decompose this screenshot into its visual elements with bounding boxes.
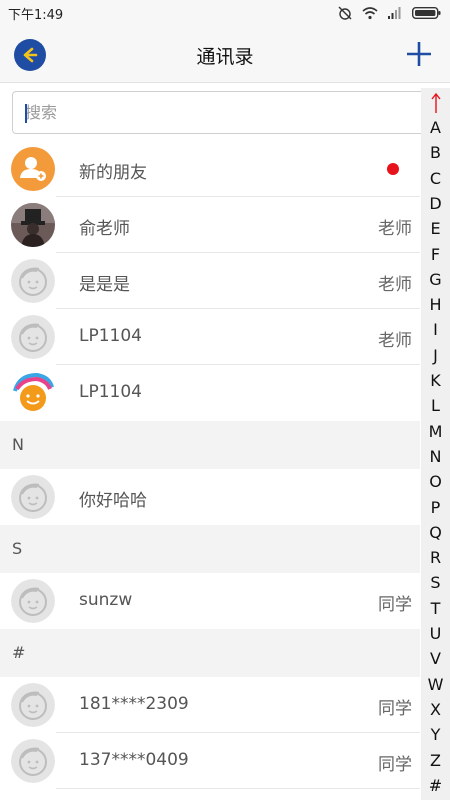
contact-name: LP1104 [79,326,142,346]
section-letter: S [12,539,23,558]
index-letter[interactable]: G [421,271,450,288]
index-letter[interactable]: E [421,221,450,237]
contact-tag: 老师 [378,275,412,295]
plus-icon [407,42,431,66]
index-letter[interactable]: X [421,701,450,718]
page-title: 通讯录 [196,46,254,68]
contact-photo-avatar [11,203,55,247]
search-input[interactable] [13,92,425,133]
new-friends-label: 新的朋友 [79,163,147,183]
search-box [12,91,426,134]
index-letter[interactable]: Z [421,752,450,769]
colorful-avatar [11,371,55,415]
index-letter[interactable]: I [421,322,450,338]
contact-row[interactable]: 137****0409 同学 [0,733,420,789]
scroll-top-arrow-icon[interactable] [430,92,442,114]
unread-badge [387,163,399,175]
contact-name: 137****0409 [79,750,189,770]
index-letter[interactable]: A [421,120,450,136]
row-divider [56,788,420,789]
app-header: 通讯录 [0,26,450,83]
section-letter: N [12,435,24,454]
contact-name: 181****2309 [79,694,189,714]
contact-tag: 老师 [378,219,412,239]
contact-name: 俞老师 [79,219,130,239]
contact-row[interactable]: LP1104 老师 [0,309,420,365]
default-avatar-icon [11,475,55,519]
index-letter[interactable]: L [421,398,450,414]
default-avatar [11,475,55,519]
index-letter[interactable]: W [421,676,450,693]
colorful-avatar-icon [11,371,55,415]
index-letter[interactable]: O [421,474,450,490]
default-avatar-icon [11,683,55,727]
text-cursor [25,104,27,123]
new-friends-row[interactable]: 新的朋友 [0,141,420,197]
default-avatar-icon [11,315,55,359]
default-avatar-icon [11,259,55,303]
contact-tag: 老师 [378,331,412,351]
default-avatar-icon [11,579,55,623]
index-letter[interactable]: Q [421,524,450,541]
contact-row[interactable]: 是是是 老师 [0,253,420,309]
contact-tag: 同学 [378,699,412,719]
index-letter[interactable]: S [421,575,450,591]
new-friend-avatar [11,147,55,191]
index-letter[interactable]: H [421,297,450,313]
status-icons [337,5,442,21]
section-letter: # [12,643,26,662]
index-letter[interactable]: K [421,373,450,389]
default-avatar [11,259,55,303]
index-letter[interactable]: U [421,626,450,642]
index-letter[interactable]: V [421,651,450,667]
index-letter[interactable]: M [421,423,450,440]
index-letter[interactable]: J [421,347,450,364]
contact-tag: 同学 [378,755,412,775]
contact-tag: 同学 [378,595,412,615]
index-letter[interactable]: C [421,170,450,187]
contact-row[interactable]: LP1104 [0,365,420,421]
status-time: 下午1:49 [8,7,64,23]
index-letter[interactable]: D [421,195,450,212]
index-letter[interactable]: R [421,550,450,566]
section-header: S [0,525,420,573]
contact-row[interactable]: sunzw 同学 [0,573,420,629]
default-avatar [11,579,55,623]
contact-list[interactable]: 新的朋友 俞老师 老师 是是是 老师 LP1104 老师 LP1104 N 你好… [0,141,420,789]
index-letter[interactable]: B [421,145,450,161]
battery-icon [412,7,441,19]
alphabet-index-bar[interactable]: A B C D E F G H I J K L M N O P Q R S T U V W X Y Z # [421,88,450,800]
contact-name: 你好哈哈 [79,491,147,511]
index-letter[interactable]: T [421,600,450,617]
index-letter[interactable]: P [421,499,450,516]
contact-name: 是是是 [79,275,130,295]
alarm-off-icon [338,6,352,20]
section-header: N [0,421,420,469]
default-avatar [11,739,55,783]
default-avatar [11,683,55,727]
contact-row[interactable]: 俞老师 老师 [0,197,420,253]
add-contact-button[interactable] [405,40,433,68]
add-user-icon [20,157,46,181]
wifi-icon [362,7,378,20]
default-avatar [11,315,55,359]
status-bar: 下午1:49 [0,0,450,26]
signal-icon [388,7,401,19]
section-header: # [0,629,420,677]
contact-name: sunzw [79,590,133,610]
contact-row[interactable]: 181****2309 同学 [0,677,420,733]
index-letter[interactable]: Y [421,727,450,743]
contact-name: LP1104 [79,382,142,402]
index-letter[interactable]: F [421,246,450,263]
index-letter[interactable]: # [421,777,450,794]
contact-row[interactable]: 你好哈哈 [0,469,420,525]
index-letter[interactable]: N [421,448,450,465]
default-avatar-icon [11,739,55,783]
